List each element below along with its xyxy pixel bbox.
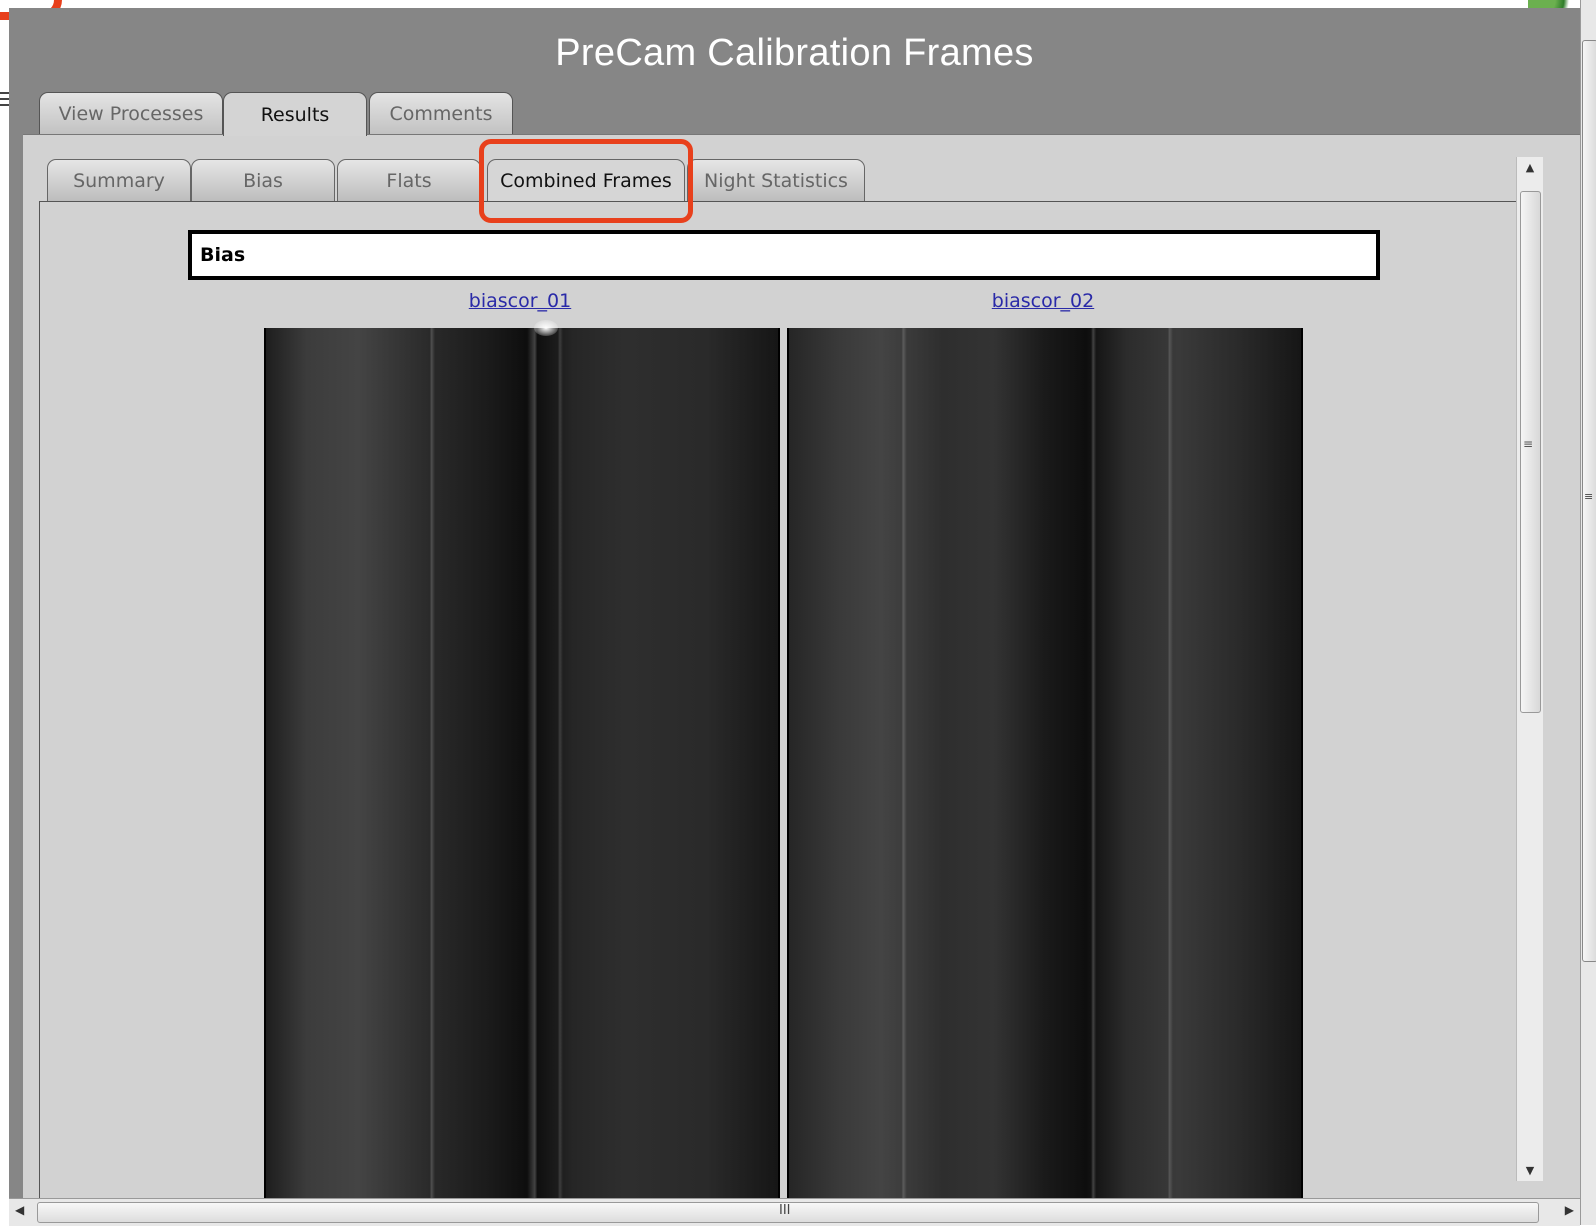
sub-tab-flats[interactable]: Flats xyxy=(337,159,481,201)
sub-tab-night-statistics[interactable]: Night Statistics xyxy=(687,159,865,201)
combined-frames-panel: Bias biascor_01 biascor_02 xyxy=(39,201,1540,1198)
frame-link-biascor-02[interactable]: biascor_02 xyxy=(957,290,1129,312)
hot-pixel-spot xyxy=(534,320,558,336)
frame-image-biascor-02[interactable] xyxy=(787,328,1303,1198)
frame-image-biascor-01[interactable] xyxy=(264,320,780,1198)
inner-vertical-scrollbar[interactable]: ▲ ≡ ▼ xyxy=(1516,157,1543,1181)
tab-view-processes[interactable]: View Processes xyxy=(39,92,223,134)
outer-vertical-scrollbar[interactable]: ≡ xyxy=(1580,0,1596,1225)
results-panel: Summary Bias Flats Combined Frames Night… xyxy=(23,134,1580,1198)
horizontal-grip-icon: III xyxy=(779,1203,791,1218)
scroll-right-icon[interactable]: ▶ xyxy=(1565,1203,1574,1217)
section-header-bias: Bias xyxy=(188,230,1380,280)
app-window: PreCam Calibration Frames View Processes… xyxy=(9,8,1580,1198)
tab-comments[interactable]: Comments xyxy=(369,92,513,134)
horizontal-scrollbar[interactable]: ◀ III ▶ xyxy=(9,1198,1580,1226)
scroll-up-icon[interactable]: ▲ xyxy=(1517,161,1543,174)
sub-tab-bias[interactable]: Bias xyxy=(191,159,335,201)
sub-tab-summary[interactable]: Summary xyxy=(47,159,191,201)
scroll-left-icon[interactable]: ◀ xyxy=(15,1203,24,1217)
inner-scroll-thumb[interactable] xyxy=(1520,191,1541,713)
window-title: PreCam Calibration Frames xyxy=(555,32,1034,74)
scroll-grip-icon: ≡ xyxy=(1523,437,1534,451)
sub-tab-combined-frames[interactable]: Combined Frames xyxy=(487,159,685,201)
outer-scroll-grip-icon: ≡ xyxy=(1584,490,1594,503)
scroll-down-icon[interactable]: ▼ xyxy=(1517,1164,1543,1177)
tab-results[interactable]: Results xyxy=(223,92,367,136)
frame-link-biascor-01[interactable]: biascor_01 xyxy=(434,290,606,312)
